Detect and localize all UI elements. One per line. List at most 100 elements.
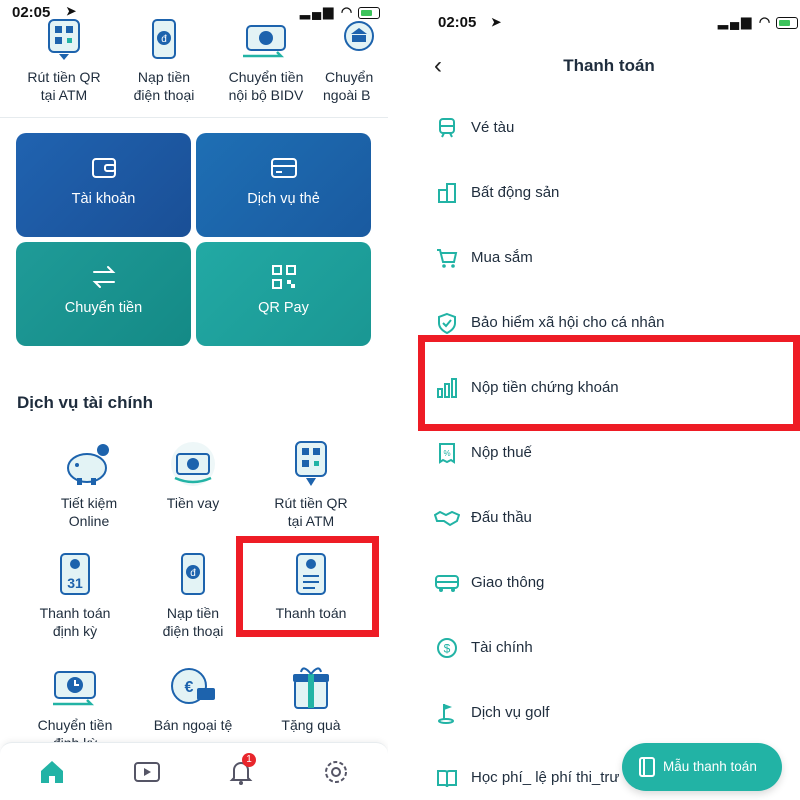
- video-icon[interactable]: [132, 757, 162, 787]
- receipt-icon: %: [436, 442, 458, 464]
- service-chuyen-tien-dinh-ky[interactable]: Chuyển tiền định kỳ: [15, 662, 135, 752]
- menu-label: Nộp thuế: [471, 444, 532, 461]
- menu-item-tai-chinh[interactable]: $ Tài chính: [418, 615, 800, 680]
- service-label: Tiền vay: [166, 495, 220, 511]
- quick-label: Chuyển tiền: [228, 69, 304, 85]
- transfer-arrows-icon: [89, 264, 119, 290]
- status-icons: ▂▄▆ ◠: [718, 14, 799, 30]
- home-icon[interactable]: [37, 757, 67, 787]
- service-nap-tien[interactable]: đ Nạp tiền điện thoại: [133, 550, 253, 640]
- service-tien-vay[interactable]: Tiền vay: [133, 440, 253, 512]
- svg-text:đ: đ: [161, 34, 167, 45]
- menu-label: Dịch vụ golf: [471, 704, 550, 721]
- quick-chuyen-tien-noi-bo[interactable]: Chuyển tiền nội bộ BIDV: [218, 18, 314, 104]
- status-bar: 02:05 ➤ ▂▄▆ ◠: [418, 0, 800, 31]
- calendar-icon: 31: [49, 550, 101, 602]
- building-icon: [436, 182, 458, 204]
- section-title: Dịch vụ tài chính: [17, 393, 154, 412]
- menu-label: Mua sắm: [471, 249, 533, 266]
- golf-flag-icon: [436, 702, 458, 724]
- menu-item-giao-thong[interactable]: Giao thông: [418, 550, 800, 615]
- phone-topup-icon: đ: [145, 18, 183, 62]
- tile-label: Chuyển tiền: [64, 300, 143, 316]
- menu-label: Giao thông: [471, 574, 545, 591]
- tile-label: QR Pay: [258, 300, 309, 316]
- service-label: Bán ngoại tệ: [153, 717, 233, 733]
- menu-item-dau-thau[interactable]: Đấu thầu: [418, 485, 800, 550]
- location-arrow-icon: ➤: [66, 4, 77, 18]
- service-label: Tiết kiệm: [60, 495, 118, 511]
- shield-icon: [436, 312, 458, 335]
- quick-nap-tien[interactable]: đ Nạp tiền điện thoại: [116, 18, 212, 104]
- wallet-icon: [89, 155, 119, 181]
- location-arrow-icon: ➤: [491, 15, 502, 29]
- card-icon: [269, 155, 299, 181]
- transfer-internal-icon: [241, 18, 291, 62]
- gear-icon[interactable]: [321, 757, 351, 787]
- service-thanh-toan-dinh-ky[interactable]: 31 Thanh toán định kỳ: [15, 550, 135, 640]
- payment-template-button[interactable]: Mẫu thanh toán: [622, 743, 782, 791]
- menu-label: Bảo hiểm xã hội cho cá nhân: [471, 314, 665, 331]
- bottom-nav: 1: [0, 742, 388, 800]
- tile-label: Dịch vụ thẻ: [247, 191, 320, 207]
- service-ban-ngoai-te[interactable]: € Bán ngoại tệ: [133, 662, 253, 734]
- svg-text:€: €: [185, 679, 194, 696]
- quick-chuyen-ngoai[interactable]: Chuyển ngoài B: [318, 18, 388, 104]
- menu-label: Học phí_ lệ phí thi_trư: [471, 769, 620, 786]
- highlight-box: [418, 335, 800, 431]
- service-label: tại ATM: [287, 513, 335, 529]
- battery-icon: [776, 16, 799, 29]
- quick-label: nội bộ BIDV: [228, 87, 304, 103]
- tile-qr-pay[interactable]: QR Pay: [196, 242, 371, 346]
- qr-atm-icon: [45, 18, 83, 62]
- handshake-icon: [433, 507, 461, 529]
- quick-label: điện thoại: [133, 87, 195, 103]
- highlight-box: [236, 536, 379, 637]
- train-icon: [436, 117, 458, 139]
- status-time: 02:05: [438, 14, 477, 31]
- bank-transfer-icon: [340, 18, 378, 62]
- svg-text:$: $: [444, 642, 451, 656]
- gift-icon: [285, 662, 337, 714]
- battery-icon: [358, 6, 381, 19]
- notebook-icon: [637, 757, 657, 777]
- service-label: Chuyển tiền: [37, 717, 113, 733]
- loan-icon: [167, 440, 219, 492]
- right-phone-screen: 02:05 ➤ ▂▄▆ ◠ ‹ Thanh toán Vé tàu Bất độ…: [418, 0, 800, 800]
- quick-rut-tien-qr[interactable]: Rút tiền QR tại ATM: [16, 18, 112, 104]
- page-header: ‹ Thanh toán: [418, 50, 800, 84]
- notification-badge: 1: [242, 753, 256, 767]
- screen-divider: [388, 0, 418, 800]
- cart-icon: [436, 247, 458, 269]
- menu-label: Đấu thầu: [471, 509, 532, 526]
- service-label: Tặng quà: [281, 717, 341, 733]
- tile-chuyen-tien[interactable]: Chuyển tiền: [16, 242, 191, 346]
- menu-item-mua-sam[interactable]: Mua sắm: [418, 225, 800, 290]
- left-phone-screen: 02:05 ➤ ▂▄▆ ◠ Rút tiền QR tại ATM đ Nạp …: [0, 0, 388, 800]
- quick-label: Chuyển: [325, 69, 374, 85]
- menu-item-dich-vu-golf[interactable]: Dịch vụ golf: [418, 680, 800, 745]
- quick-label: tại ATM: [40, 87, 88, 103]
- quick-label: Nạp tiền: [137, 69, 191, 85]
- menu-label: Vé tàu: [471, 119, 515, 136]
- svg-text:%: %: [443, 449, 450, 458]
- service-tang-qua[interactable]: Tặng quà: [251, 662, 371, 734]
- tile-label: Tài khoản: [71, 191, 136, 207]
- service-label: Nạp tiền: [166, 605, 220, 621]
- quick-actions-row: Rút tiền QR tại ATM đ Nạp tiền điện thoạ…: [0, 18, 388, 118]
- tile-tai-khoan[interactable]: Tài khoản: [16, 133, 191, 237]
- service-tiet-kiem[interactable]: Tiết kiệm Online: [29, 440, 149, 530]
- service-label: điện thoại: [162, 623, 224, 639]
- quick-label: ngoài B: [323, 87, 371, 103]
- menu-item-bat-dong-san[interactable]: Bất động sản: [418, 160, 800, 225]
- service-label: Thanh toán: [39, 605, 111, 621]
- qr-icon: [269, 264, 299, 290]
- book-icon: [436, 767, 458, 789]
- service-rut-tien-qr[interactable]: Rút tiền QR tại ATM: [251, 440, 371, 530]
- phone-topup-icon: đ: [167, 550, 219, 602]
- fab-label: Mẫu thanh toán: [663, 759, 757, 774]
- menu-item-ve-tau[interactable]: Vé tàu: [418, 95, 800, 160]
- bus-icon: [434, 572, 460, 594]
- tile-dich-vu-the[interactable]: Dịch vụ thẻ: [196, 133, 371, 237]
- page-title: Thanh toán: [563, 56, 655, 75]
